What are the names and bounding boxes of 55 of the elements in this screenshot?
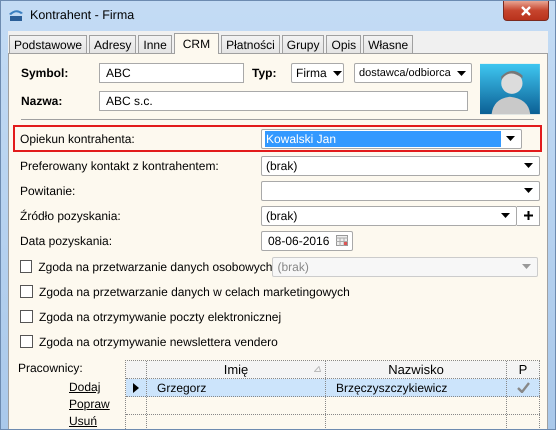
action-link[interactable]: Popraw [69, 397, 110, 414]
caret-icon [506, 136, 515, 141]
action-link[interactable]: Dodaj [69, 380, 100, 397]
role-dropdown[interactable]: dostawca/odbiorca [354, 63, 472, 83]
tab[interactable]: Inne [138, 35, 172, 53]
window-title: Kontrahent - Firma [30, 8, 134, 22]
tab[interactable]: Opis [326, 35, 362, 53]
tab[interactable]: Podstawowe [9, 35, 88, 53]
avatar [480, 63, 540, 115]
symbol-field[interactable]: ABC [99, 63, 244, 83]
checkbox-label: Zgoda na otrzymywanie newslettera vendero [39, 334, 278, 348]
plus-icon [524, 211, 533, 220]
column-header[interactable]: Nazwisko [326, 361, 507, 378]
caret-icon [524, 163, 533, 168]
section-label: Pracownicy: [18, 361, 83, 377]
dropdown[interactable]: (brak) [261, 156, 540, 176]
tab[interactable]: Grupy [282, 35, 324, 53]
field-label: Preferowany kontakt z kontrahentem: [20, 158, 220, 172]
type-dropdown[interactable]: Firma [291, 63, 344, 83]
action-link[interactable]: Usuń [69, 414, 98, 429]
checkbox-label: Zgoda na otrzymywanie poczty elektronicznej [39, 310, 282, 324]
tab[interactable]: Płatności [221, 35, 280, 53]
table-cell: Grzegorz [147, 379, 326, 396]
column-header[interactable]: P [507, 361, 540, 378]
caret-icon [456, 70, 466, 76]
table-cell: Brzęczyszczykiewicz [326, 379, 507, 396]
field-label: Opiekun kontrahenta: [20, 132, 136, 146]
field-label: Data pozyskania: [20, 234, 114, 248]
caret-icon [524, 188, 533, 193]
checkbox[interactable] [20, 260, 32, 273]
tab[interactable]: Własne [363, 35, 414, 53]
name-field[interactable]: ABC s.c. [99, 91, 468, 111]
checkbox[interactable] [20, 285, 33, 298]
checkbox-label: Zgoda na przetwarzanie danych osobowych [38, 260, 272, 274]
field-label: Nazwa: [21, 94, 64, 108]
add-button[interactable] [517, 206, 540, 226]
tab[interactable]: Adresy [89, 35, 136, 53]
caret-icon [332, 70, 342, 76]
field-label: Typ: [252, 66, 278, 80]
calendar-icon [336, 235, 348, 246]
caret-icon [501, 213, 510, 218]
close-icon [520, 6, 532, 16]
dropdown[interactable]: (brak) [261, 206, 518, 226]
column-header[interactable]: Imię [147, 361, 326, 378]
app-icon [8, 8, 24, 22]
field-label: Źródło pozyskania: [20, 208, 122, 222]
checkbox[interactable] [20, 335, 33, 348]
tab[interactable]: CRM [174, 33, 220, 54]
date-field[interactable]: 08-06-2016 [261, 230, 353, 250]
caret-icon [522, 264, 531, 269]
checkbox[interactable] [20, 310, 33, 323]
close-button[interactable] [503, 1, 549, 21]
field-label: Symbol: [21, 66, 70, 80]
field-label: Powitanie: [20, 184, 76, 198]
checkbox-label: Zgoda na przetwarzanie danych w celach marketingowych [39, 284, 350, 298]
